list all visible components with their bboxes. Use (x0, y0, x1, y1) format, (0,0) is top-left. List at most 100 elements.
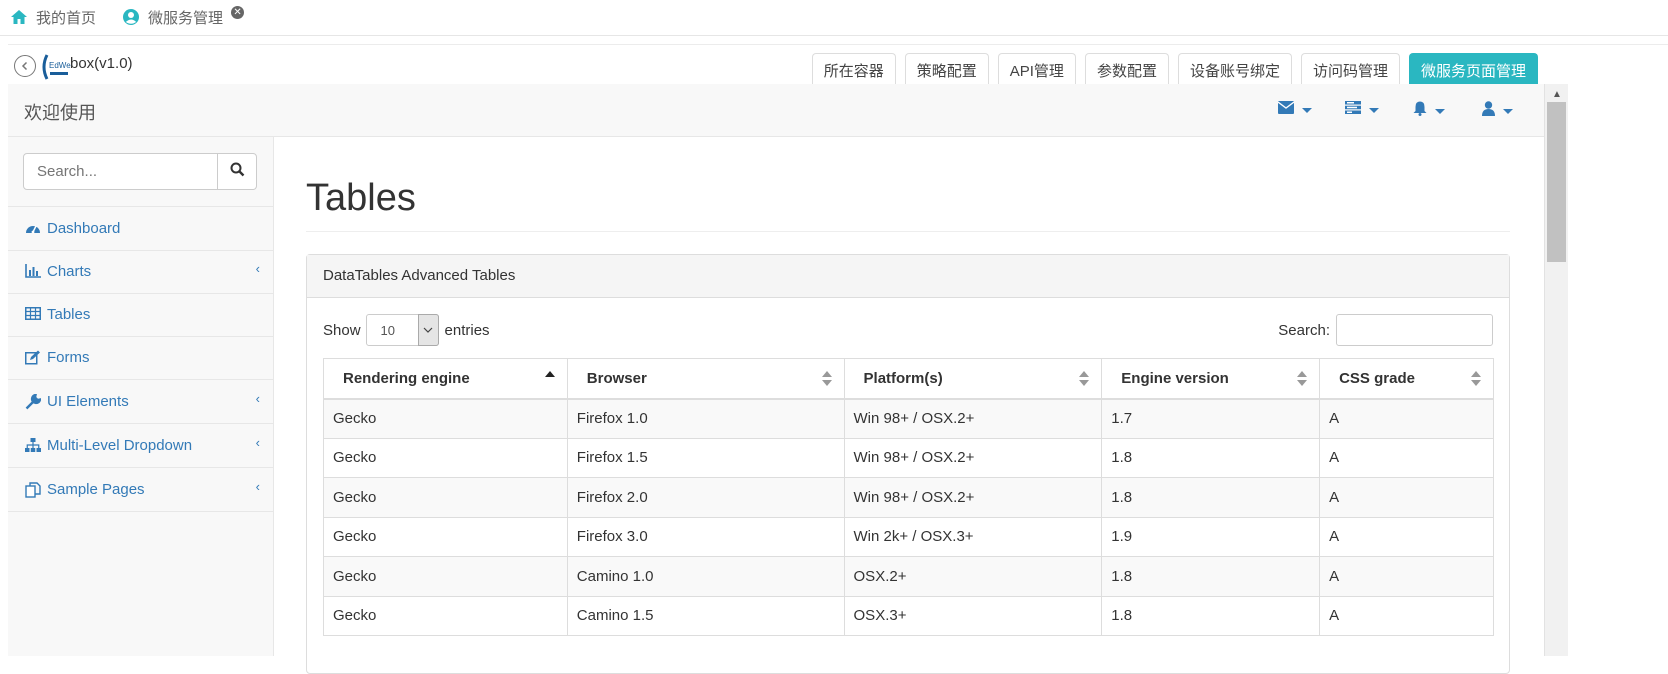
table-cell: Gecko (323, 595, 568, 636)
table-cell: Win 2k+ / OSX.3+ (843, 516, 1103, 557)
tasks-dropdown[interactable] (1345, 101, 1379, 119)
messages-dropdown[interactable] (1277, 101, 1312, 119)
table-row[interactable]: Gecko Camino 1.0 OSX.2+ 1.8 A (323, 556, 1494, 597)
nav-tab-api[interactable]: API管理 (997, 53, 1076, 86)
top-tab-bar: 我的首页 微服务管理 ✕ (0, 0, 1668, 36)
table-cell: 1.8 (1101, 595, 1321, 636)
nav-tab-container[interactable]: 所在容器 (811, 53, 896, 86)
page-length-select[interactable]: 10 (365, 314, 439, 346)
table-cell: Firefox 1.0 (566, 398, 845, 439)
table-search-input[interactable] (1336, 314, 1493, 346)
show-label: Show (323, 321, 361, 339)
column-header-browser[interactable]: Browser (566, 358, 845, 400)
table-cell: 1.7 (1101, 398, 1321, 439)
table-cell: A (1319, 595, 1494, 636)
nav-tabs: 所在容器 策略配置 API管理 参数配置 设备账号绑定 访问码管理 微服务页面管… (811, 53, 1538, 86)
sidebar-item-dashboard[interactable]: Dashboard (8, 207, 274, 251)
sort-icon (1079, 371, 1090, 387)
bar-chart-icon (25, 264, 42, 279)
welcome-text: 欢迎使用 (24, 103, 96, 123)
table-row[interactable]: Gecko Camino 1.5 OSX.3+ 1.8 A (323, 595, 1494, 636)
divider (306, 231, 1510, 232)
sidebar: Dashboard Charts ‹ Tables Forms UI Eleme… (8, 137, 274, 656)
nav-tab-params[interactable]: 参数配置 (1084, 53, 1169, 86)
caret-down-icon (1503, 108, 1513, 114)
search-button[interactable] (217, 153, 257, 190)
chevron-left-icon: ‹ (255, 479, 260, 494)
tasks-icon (1345, 101, 1361, 119)
table-cell: A (1319, 516, 1494, 557)
top-tab-microservice[interactable]: 微服务管理 ✕ (122, 0, 245, 34)
logo: EdWeb (41, 53, 76, 81)
user-circle-icon (122, 8, 140, 26)
sidebar-item-tables[interactable]: Tables (8, 293, 274, 337)
table-icon (25, 307, 42, 322)
search-label: Search: (1278, 321, 1330, 339)
scroll-up-arrow-icon[interactable]: ▲ (1552, 89, 1562, 100)
table-cell: Gecko (323, 556, 568, 597)
table-row[interactable]: Gecko Firefox 1.0 Win 98+ / OSX.2+ 1.7 A (323, 398, 1494, 439)
sidebar-item-multi-level-dropdown[interactable]: Multi-Level Dropdown ‹ (8, 424, 274, 468)
sidebar-search (8, 137, 274, 207)
nav-tab-device-binding[interactable]: 设备账号绑定 (1177, 53, 1292, 86)
table-row[interactable]: Gecko Firefox 1.5 Win 98+ / OSX.2+ 1.8 A (323, 437, 1494, 478)
column-header-platforms[interactable]: Platform(s) (843, 358, 1103, 400)
alerts-dropdown[interactable] (1413, 101, 1445, 121)
sidebar-item-label: UI Elements (47, 393, 129, 410)
back-icon[interactable] (14, 55, 36, 77)
sidebar-item-ui-elements[interactable]: UI Elements ‹ (8, 380, 274, 424)
column-header-engine-version[interactable]: Engine version (1101, 358, 1321, 400)
chevron-left-icon: ‹ (255, 261, 260, 276)
user-dropdown[interactable] (1482, 101, 1513, 121)
table-cell: Firefox 2.0 (566, 477, 845, 518)
top-tab-label: 我的首页 (36, 9, 97, 27)
nav-tab-access-code[interactable]: 访问码管理 (1300, 53, 1400, 86)
sitemap-icon (25, 438, 42, 453)
sidebar-search-input[interactable] (23, 153, 218, 190)
sort-ascending-icon (544, 371, 555, 387)
nav-tab-microservice-pages[interactable]: 微服务页面管理 (1408, 53, 1538, 86)
caret-down-icon (1369, 107, 1379, 113)
sidebar-item-label: Dashboard (47, 220, 121, 237)
wrench-icon (25, 394, 42, 410)
brand-name: box(v1.0) (70, 55, 133, 72)
table-cell: 1.8 (1101, 437, 1321, 478)
bell-icon (1413, 101, 1427, 121)
vertical-scrollbar[interactable]: ▲ (1544, 84, 1568, 656)
data-table: Rendering engine Browser Platform(s) Eng… (323, 358, 1494, 636)
search-icon (230, 162, 245, 182)
chevron-left-icon: ‹ (255, 391, 260, 406)
sidebar-item-label: Charts (47, 263, 92, 280)
page-header: 欢迎使用 (8, 84, 1544, 137)
table-cell: A (1319, 398, 1494, 439)
page-length-control: Show 10 entries (323, 314, 490, 346)
table-cell: Firefox 3.0 (566, 516, 845, 557)
nav-tab-policy[interactable]: 策略配置 (904, 53, 989, 86)
close-tab-icon[interactable]: ✕ (231, 5, 245, 19)
table-cell: A (1319, 556, 1494, 597)
home-icon (10, 8, 28, 26)
column-header-rendering-engine[interactable]: Rendering engine (323, 358, 568, 400)
table-cell: 1.9 (1101, 516, 1321, 557)
table-cell: 1.8 (1101, 556, 1321, 597)
sidebar-item-forms[interactable]: Forms (8, 336, 274, 380)
sidebar-item-label: Tables (47, 306, 91, 323)
caret-down-icon (1435, 108, 1445, 114)
table-row[interactable]: Gecko Firefox 3.0 Win 2k+ / OSX.3+ 1.9 A (323, 516, 1494, 557)
sort-icon (821, 371, 832, 387)
table-cell: Gecko (323, 398, 568, 439)
table-row[interactable]: Gecko Firefox 2.0 Win 98+ / OSX.2+ 1.8 A (323, 477, 1494, 518)
sidebar-item-charts[interactable]: Charts ‹ (8, 250, 274, 294)
sidebar-item-sample-pages[interactable]: Sample Pages ‹ (8, 468, 274, 512)
caret-down-icon (1302, 107, 1312, 113)
entries-label: entries (444, 321, 490, 339)
top-tab-home[interactable]: 我的首页 (10, 0, 96, 34)
dashboard-icon (25, 221, 42, 236)
table-cell: Gecko (323, 477, 568, 518)
table-cell: Win 98+ / OSX.2+ (843, 437, 1103, 478)
sort-icon (1297, 371, 1308, 387)
column-header-css-grade[interactable]: CSS grade (1319, 358, 1494, 400)
user-icon (1482, 101, 1495, 121)
scrollbar-thumb[interactable] (1547, 102, 1566, 262)
top-tab-label: 微服务管理 (148, 9, 224, 27)
